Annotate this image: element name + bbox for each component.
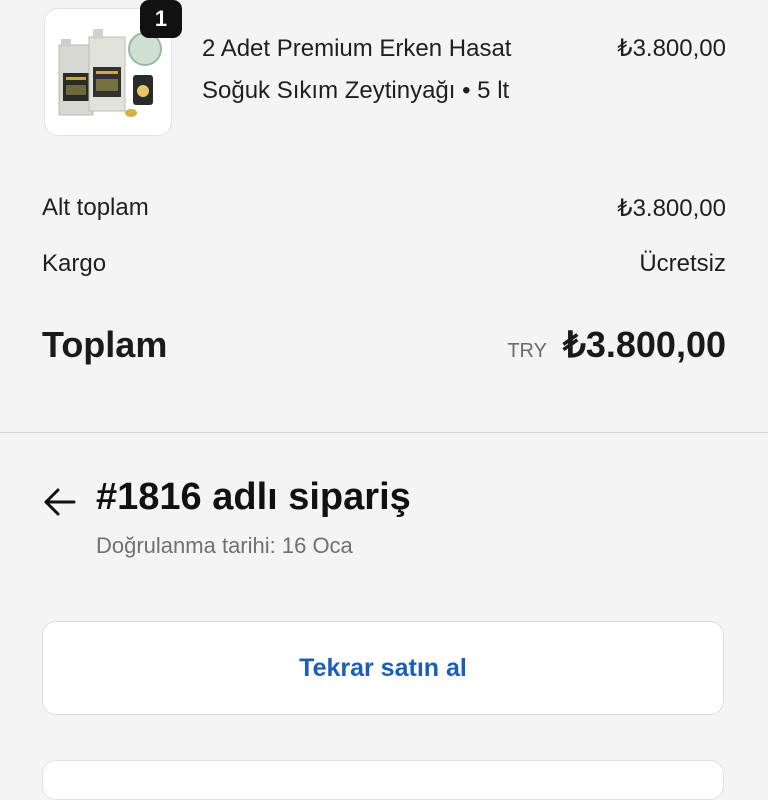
product-title: 2 Adet Premium Erken Hasat Soğuk Sıkım Z… — [202, 28, 582, 112]
buy-again-button[interactable]: Tekrar satın al — [42, 621, 724, 715]
product-price: ₺3.800,00 — [617, 35, 726, 62]
subtotal-value: ₺3.800,00 — [617, 195, 726, 222]
currency-code: TRY — [507, 340, 547, 362]
subtotal-label: Alt toplam — [42, 194, 149, 221]
order-title: #1816 adlı sipariş — [96, 476, 411, 518]
product-title-line1: 2 Adet Premium Erken Hasat — [202, 35, 512, 62]
next-section-card — [42, 760, 724, 800]
total-amount: TRY ₺3.800,00 — [507, 324, 726, 366]
total-label: Toplam — [42, 324, 168, 365]
order-confirmed-date: Doğrulanma tarihi: 16 Oca — [96, 533, 353, 558]
total-value: ₺3.800,00 — [562, 324, 726, 365]
order-line-item: 1 2 Adet Premium Erken Hasat Soğuk Sıkım… — [0, 0, 768, 150]
quantity-badge: 1 — [140, 0, 182, 38]
product-title-line2: Soğuk Sıkım Zeytinyağı • 5 lt — [202, 77, 510, 104]
total-row: Toplam TRY ₺3.800,00 — [42, 324, 726, 374]
shipping-label: Kargo — [42, 250, 107, 277]
section-divider — [0, 432, 768, 433]
shipping-value: Ücretsiz — [639, 250, 726, 277]
arrow-left-icon[interactable] — [40, 482, 80, 522]
